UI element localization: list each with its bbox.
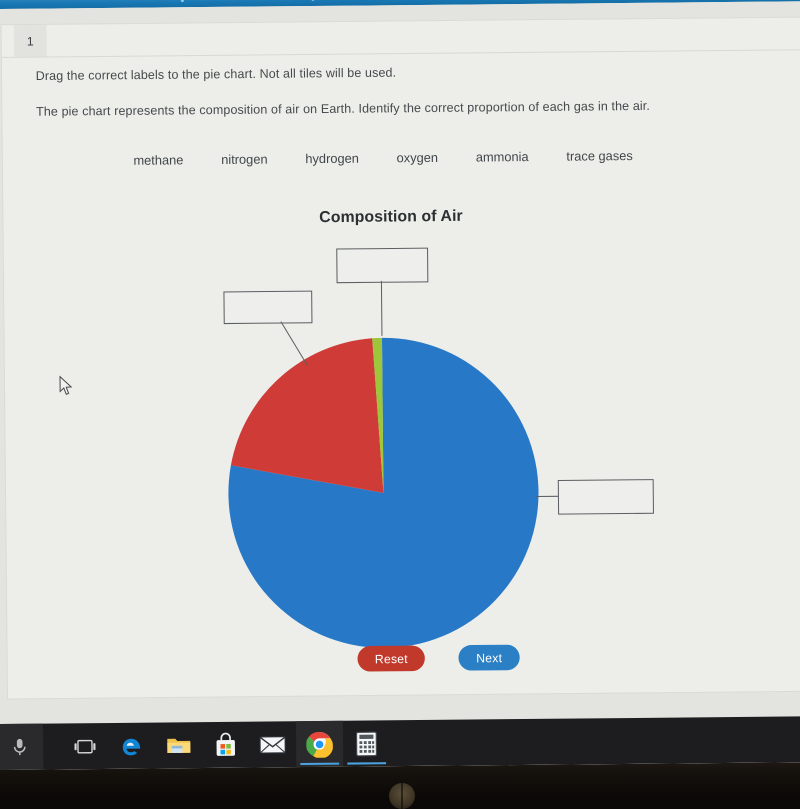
pie-chart-svg	[2, 18, 800, 699]
answer-tile-methane[interactable]: methane	[133, 153, 183, 168]
drop-target-red-slice[interactable]	[223, 291, 312, 324]
laptop-logo	[389, 783, 415, 809]
edge-glyph	[119, 732, 146, 759]
pie-slice-green	[372, 338, 383, 493]
title-bar-dot	[181, 0, 184, 2]
answer-tile-trace-gases[interactable]: trace gases	[566, 149, 633, 164]
file-explorer-icon[interactable]	[155, 722, 202, 768]
screen: 1 Drag the correct labels to the pie cha…	[0, 0, 800, 770]
folder-glyph	[165, 733, 192, 758]
next-button[interactable]: Next	[459, 645, 520, 671]
drop-target-blue-slice[interactable]	[558, 479, 654, 515]
chrome-icon[interactable]	[296, 721, 343, 767]
question-number-tab[interactable]: 1	[14, 25, 47, 57]
taskbar-spacer	[43, 723, 62, 769]
mouse-cursor	[59, 376, 73, 397]
store-bag-glyph	[213, 731, 238, 758]
leader-line-green	[381, 281, 382, 336]
calculator-icon[interactable]	[343, 720, 390, 766]
answer-tile-nitrogen[interactable]: nitrogen	[221, 152, 268, 167]
pie-chart	[2, 18, 800, 699]
cortana-microphone-icon[interactable]	[0, 724, 43, 770]
mail-icon[interactable]	[249, 721, 296, 767]
calculator-glyph	[355, 730, 378, 757]
action-button-row: Reset Next	[357, 645, 519, 672]
chrome-glyph	[306, 731, 333, 758]
pie-slice-red	[230, 338, 384, 494]
photo-of-laptop-screen: 1 Drag the correct labels to the pie cha…	[0, 0, 800, 800]
answer-tile-oxygen[interactable]: oxygen	[397, 151, 439, 166]
microphone-glyph	[8, 735, 31, 758]
leader-line-red	[281, 321, 308, 366]
answer-tile-ammonia[interactable]: ammonia	[476, 150, 529, 165]
edge-icon[interactable]	[108, 723, 155, 769]
reset-button[interactable]: Reset	[357, 645, 425, 671]
pie-slice-blue	[227, 336, 540, 649]
question-number-label: 1	[27, 34, 34, 48]
envelope-glyph	[258, 733, 287, 756]
task-view-glyph	[73, 736, 98, 757]
microsoft-store-icon[interactable]	[202, 722, 249, 768]
question-tab-row: 1	[2, 18, 800, 58]
answer-tile-hydrogen[interactable]: hydrogen	[305, 151, 359, 166]
question-card: 1 Drag the correct labels to the pie cha…	[2, 18, 800, 699]
task-view-icon[interactable]	[61, 723, 108, 769]
context-text: The pie chart represents the composition…	[36, 99, 650, 119]
title-bar-dot	[311, 0, 314, 1]
answer-tile-bank: methane nitrogen hydrogen oxygen ammonia…	[133, 149, 632, 168]
chart-title: Composition of Air	[3, 205, 778, 231]
drop-target-green-slice[interactable]	[336, 248, 428, 284]
instruction-text: Drag the correct labels to the pie chart…	[36, 65, 397, 83]
windows-taskbar	[0, 716, 800, 770]
